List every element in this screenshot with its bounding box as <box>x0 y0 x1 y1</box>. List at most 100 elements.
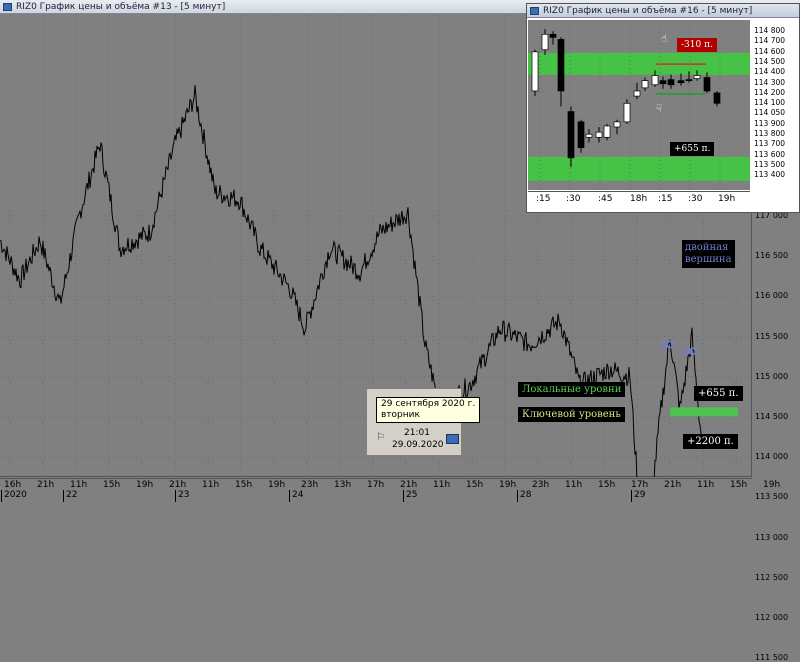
inset-time-tick-label: :30 <box>688 194 703 204</box>
crosshair-time: 21:01 <box>404 428 430 438</box>
time-tick-label: 11h <box>697 480 715 490</box>
time-tick-label: 11h <box>433 480 451 490</box>
date-separator <box>1 490 2 502</box>
candle-body <box>703 77 711 92</box>
inset-price-tick-label: 114 200 <box>754 87 786 97</box>
inset-price-tick-label: 114 400 <box>754 67 786 77</box>
price-tick-label: 116 500 <box>755 251 789 261</box>
double-top-marker <box>660 340 668 349</box>
inset-price-tick-label: 113 800 <box>754 129 786 138</box>
time-tick-label: 15h <box>598 480 616 490</box>
price-tick-label: 113 000 <box>755 532 789 542</box>
crosshair-date: 29.09.2020 <box>392 440 444 450</box>
candle-body <box>585 133 593 138</box>
time-tick-label: 11h <box>70 480 88 490</box>
inset-time-axis[interactable]: :15:30:45 18h:15:30 19h <box>528 191 750 206</box>
inset-loss-label: -310 п. <box>677 38 717 52</box>
candle-body <box>633 90 641 97</box>
price-tick-label: 116 000 <box>755 291 789 301</box>
inset-time-tick-label: :45 <box>598 194 613 204</box>
main-window-title: RIZ0 График цены и объёма #13 - [5 минут… <box>16 2 226 12</box>
time-tick-label: 11h <box>565 480 583 490</box>
monitor-icon[interactable] <box>446 434 459 444</box>
date-separator <box>403 490 404 502</box>
candle-body <box>713 92 721 104</box>
flag-icon[interactable]: ⚐ <box>376 432 385 443</box>
candle-body <box>685 79 693 81</box>
candle-body <box>603 125 611 138</box>
inset-price-tick-label: 113 600 <box>754 149 786 159</box>
inset-price-tick-label: 113 900 <box>754 118 786 128</box>
time-tick-label: 19h <box>499 480 517 490</box>
tooltip-weekday: вторник <box>381 410 420 420</box>
price-tick-label: 114 500 <box>755 412 789 421</box>
price-tick-label: 111 500 <box>755 653 789 662</box>
date-tooltip: 29 сентября 2020 г. вторник <box>376 397 481 423</box>
candle-body <box>541 33 549 51</box>
date-separator <box>63 490 64 502</box>
time-tick-label: 11h <box>202 480 220 490</box>
price-tick-label: 112 500 <box>755 572 789 582</box>
time-tick-label: 23h <box>532 480 550 490</box>
time-tick-label: 19h <box>763 480 781 490</box>
inset-window-titlebar[interactable]: RIZ0 График цены и объёма #16 - [5 минут… <box>527 4 799 18</box>
inset-window-title: RIZ0 График цены и объёма #16 - [5 минут… <box>543 6 753 16</box>
candle-body <box>557 39 565 92</box>
time-tick-label: 23h <box>301 480 319 490</box>
inset-price-tick-label: 114 800 <box>754 26 786 35</box>
time-tick-label: 21h <box>664 480 682 490</box>
inset-time-tick-label: 18h <box>630 194 648 204</box>
date-separator <box>289 490 290 502</box>
inset-price-tick-label: 114 100 <box>754 98 786 108</box>
hand-down-icon: ☟ <box>656 104 662 115</box>
inset-price-tick-label: 113 500 <box>754 159 786 169</box>
date-separator <box>517 490 518 502</box>
candle-body <box>693 75 701 79</box>
inset-price-tick-label: 114 500 <box>754 56 786 66</box>
date-tick-label: 24 <box>292 490 304 500</box>
inset-price-tick-label: 114 700 <box>754 36 786 46</box>
candle-body <box>577 121 585 148</box>
candle-body <box>659 80 667 85</box>
inset-time-tick-label: 19h <box>718 194 736 204</box>
local-levels-label: Локальные уровни <box>518 382 626 397</box>
date-separator <box>175 490 176 502</box>
gain-small-label: +655 п. <box>694 386 743 401</box>
time-tick-label: 17h <box>367 480 385 490</box>
local-level-band-upper <box>670 407 738 417</box>
price-tick-label: 114 000 <box>755 452 789 462</box>
inset-price-axis[interactable]: 114 800 114 700 114 600 114 500 114 400 114 3… <box>751 20 799 190</box>
inset-price-tick-label: 113 400 <box>754 170 786 180</box>
price-tick-label: 115 500 <box>755 331 789 341</box>
inset-price-tick-label: 114 300 <box>754 77 786 87</box>
time-tick-label: 15h <box>235 480 253 490</box>
time-tick-label: 17h <box>631 480 649 490</box>
chart-window-icon <box>530 7 539 15</box>
time-tick-label: 21h <box>37 480 55 490</box>
time-tick-label: 16h <box>4 480 22 490</box>
time-tick-label: 19h <box>136 480 154 490</box>
time-tick-label: 19h <box>268 480 286 490</box>
time-tick-label: 21h <box>169 480 187 490</box>
candle-body <box>623 102 631 123</box>
candle-body <box>677 80 685 84</box>
inset-price-tick-label: 113 700 <box>754 139 786 149</box>
main-date-axis[interactable]: 2020 22 23 24 25 28 29 <box>0 490 752 502</box>
tooltip-date: 29 сентября 2020 г. <box>381 399 476 409</box>
inset-time-tick-label: :30 <box>566 194 581 204</box>
candle-body <box>613 121 621 128</box>
inset-chart-window[interactable]: RIZ0 График цены и объёма #16 - [5 минут… <box>526 3 800 213</box>
inset-price-tick-label: 114 600 <box>754 46 786 56</box>
hand-up-icon: ☝ <box>661 34 667 45</box>
candle-body <box>567 111 575 159</box>
date-tick-label: 23 <box>178 490 190 500</box>
inset-time-tick-label: :15 <box>658 194 673 204</box>
time-tick-label: 13h <box>334 480 352 490</box>
price-tick-label: 112 000 <box>755 613 789 622</box>
key-level-label: Ключевой уровень <box>518 407 625 422</box>
candle-body <box>531 51 539 92</box>
date-tick-label: 25 <box>406 490 418 500</box>
time-tick-label: 21h <box>400 480 418 490</box>
candle-body <box>549 33 557 38</box>
date-tick-label: 28 <box>520 490 532 500</box>
